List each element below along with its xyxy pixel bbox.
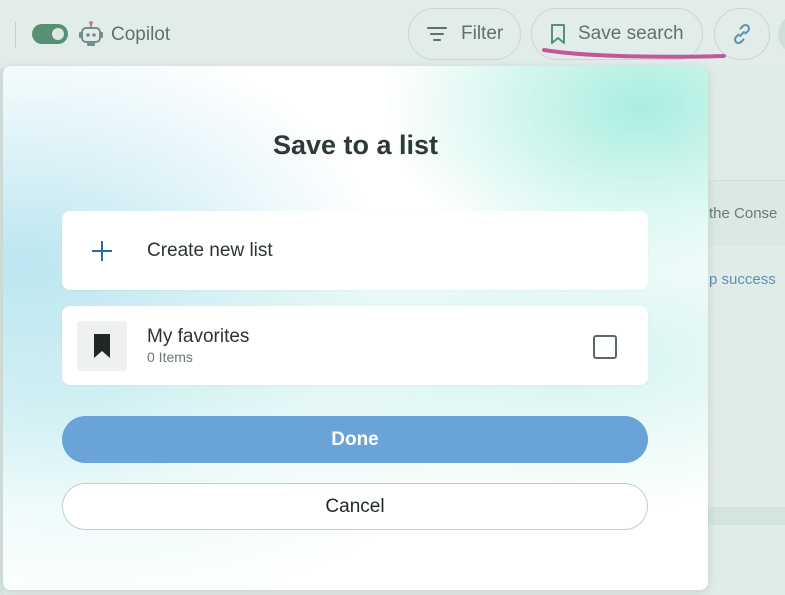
create-new-list-label: Create new list (147, 240, 273, 261)
save-to-list-dialog: Save to a list Create new list My favori… (3, 66, 708, 590)
list-item-my-favorites[interactable]: My favorites 0 Items (62, 306, 648, 385)
dialog-title: Save to a list (272, 130, 439, 160)
create-new-list-button[interactable]: Create new list (62, 211, 648, 290)
bookmark-icon (94, 334, 110, 358)
list-item-count: 0 Items (147, 349, 193, 365)
list-checkbox[interactable] (593, 335, 617, 359)
list-name: My favorites (147, 326, 250, 347)
cancel-button[interactable]: Cancel (62, 483, 648, 530)
list-thumbnail (77, 321, 127, 371)
done-button[interactable]: Done (62, 416, 648, 463)
plus-icon (92, 241, 112, 261)
